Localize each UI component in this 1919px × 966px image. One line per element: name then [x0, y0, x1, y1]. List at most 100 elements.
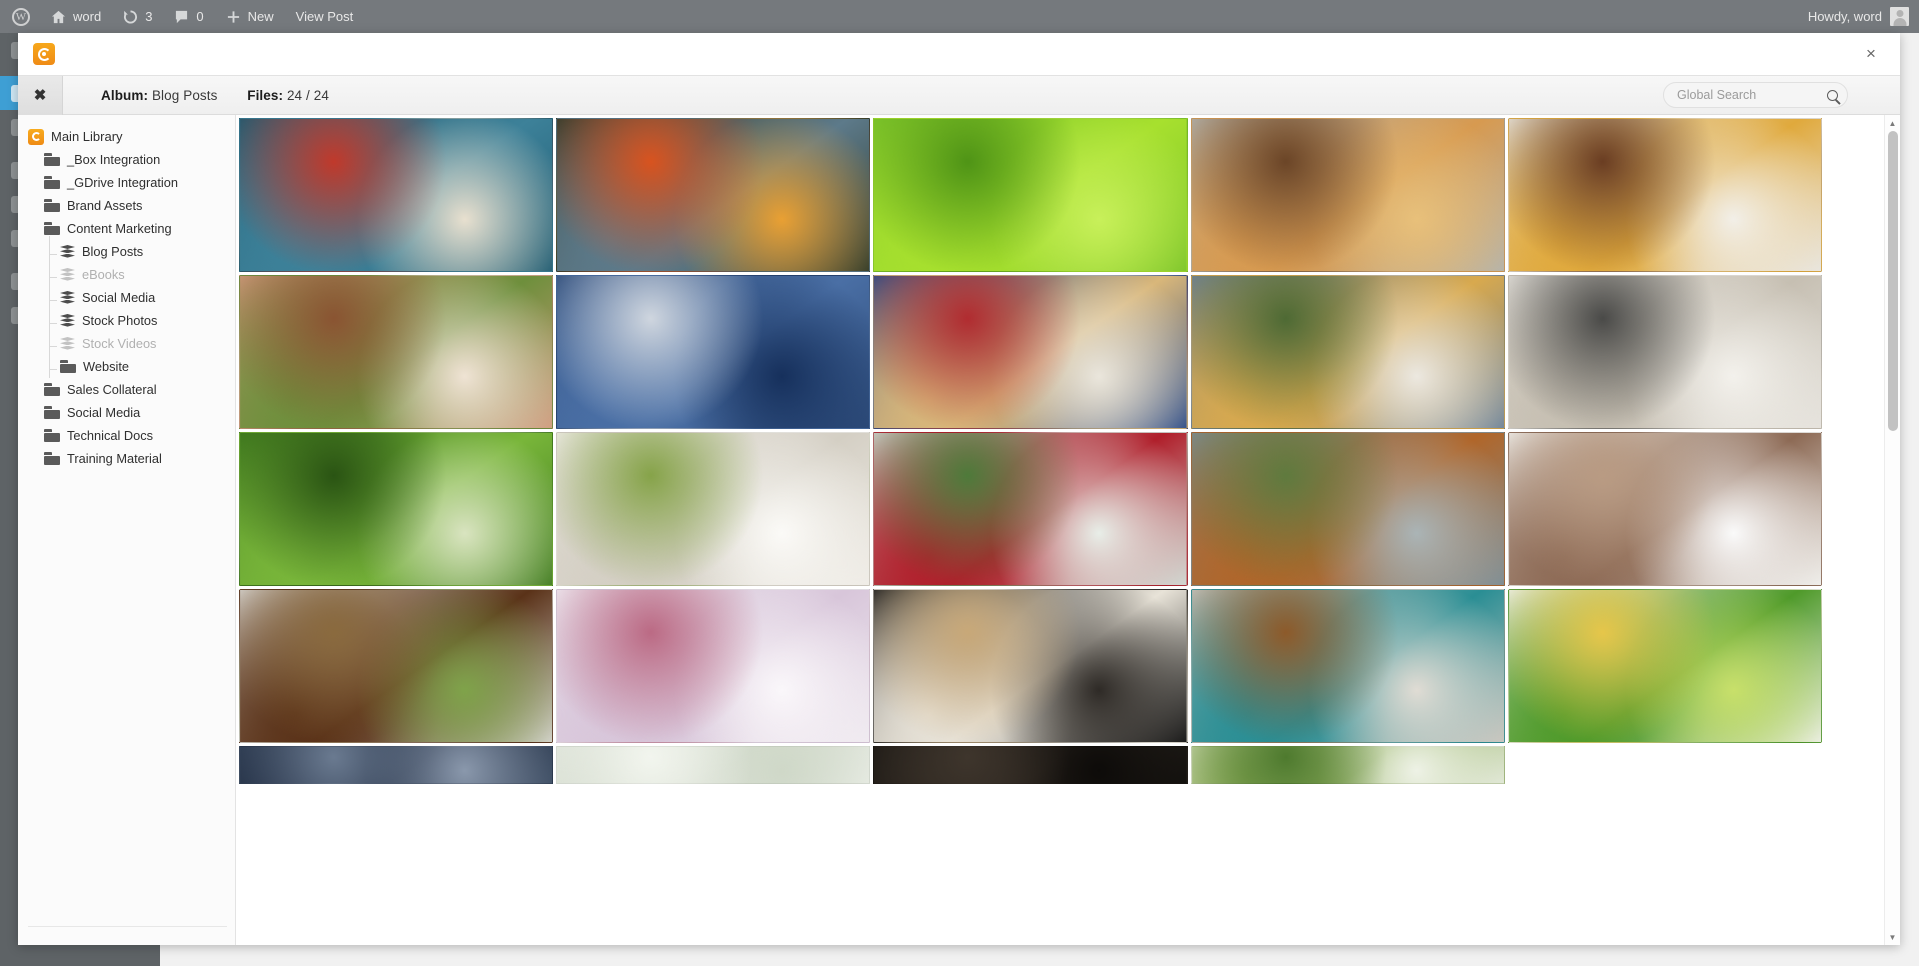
thumbnail-scroll-area: [236, 115, 1884, 945]
wordpress-logo-icon: [12, 7, 30, 26]
thumbnail-quinoa-in-white-dish[interactable]: [1507, 432, 1822, 586]
album-label: Album:: [101, 87, 149, 103]
thumbnail-cherries-on-branch[interactable]: [873, 432, 1188, 586]
thumbnail-plated-burger-with-slaw[interactable]: [1507, 118, 1822, 272]
canto-logo-icon: [33, 43, 55, 65]
wp-admin-bar: word 3 0 New View Post Howdy, word: [0, 0, 1919, 33]
modal-body: Main Library _Box Integration _GDrive Inte…: [18, 115, 1900, 945]
tree-item-label: Technical Docs: [67, 428, 154, 443]
adminbar-new-label: New: [247, 9, 274, 24]
thumbnail-avocado-burger[interactable]: [239, 275, 554, 429]
search-icon[interactable]: [1827, 89, 1838, 101]
thumbnail-cappuccino-cup-dark[interactable]: [873, 589, 1188, 743]
thumbnail-blueberry-cartons[interactable]: [556, 275, 871, 429]
tree-item-social-media[interactable]: Social Media: [18, 282, 235, 309]
modal-branding-bar: ×: [18, 33, 1900, 75]
folder-icon: [60, 360, 76, 373]
tree-item-label: Content Marketing: [67, 221, 172, 236]
adminbar-view-post[interactable]: View Post: [285, 0, 365, 33]
tree-item-label: Main Library: [51, 129, 123, 144]
wordpress-logo-button[interactable]: [0, 0, 40, 33]
tree-item-brand-assets[interactable]: Brand Assets: [18, 194, 235, 217]
thumbnail-dark-coffee-crop[interactable]: [873, 746, 1188, 784]
album-icon: [60, 314, 75, 327]
global-search-box[interactable]: [1663, 82, 1848, 108]
tree-item-content-marketing[interactable]: Content Marketing: [18, 217, 235, 240]
tree-item-label: Sales Collateral: [67, 382, 157, 397]
tree-item-website[interactable]: Website: [18, 351, 235, 378]
user-avatar-icon[interactable]: [1890, 7, 1909, 26]
tree-item-stock-photos[interactable]: Stock Photos: [18, 305, 235, 332]
adminbar-updates-count: 3: [145, 9, 153, 24]
thumbnail-plated-dish-with-chives[interactable]: [1507, 589, 1822, 743]
close-icon[interactable]: ×: [1842, 33, 1900, 75]
scrollbar-thumb[interactable]: [1888, 131, 1898, 431]
tree-item-stock-videos: Stock Videos: [18, 328, 235, 355]
folder-tree-sidebar[interactable]: Main Library _Box Integration _GDrive Inte…: [18, 115, 236, 945]
tree-item-blog-posts[interactable]: Blog Posts: [18, 236, 235, 263]
thumbnail-burger-and-fries-plate[interactable]: [1190, 275, 1505, 429]
tree-item-label: _GDrive Integration: [67, 175, 178, 190]
adminbar-comments-count: 0: [196, 9, 204, 24]
grid-scrollbar[interactable]: ▲ ▼: [1884, 115, 1900, 945]
tree-item-technical-docs[interactable]: Technical Docs: [18, 424, 235, 447]
home-icon: [51, 10, 66, 23]
comment-icon: [176, 10, 188, 23]
tree-item-social-media[interactable]: Social Media: [18, 401, 235, 424]
adminbar-updates[interactable]: 3: [112, 0, 163, 33]
tree-item-sales-collateral[interactable]: Sales Collateral: [18, 378, 235, 401]
thumbnail-fruit-market-stall[interactable]: [556, 118, 871, 272]
adminbar-account-area[interactable]: Howdy, word: [1797, 0, 1919, 33]
thumbnail-grid-pane: ▲ ▼: [236, 115, 1900, 945]
plus-icon: [227, 10, 239, 23]
tree-item-box-integration[interactable]: _Box Integration: [18, 148, 235, 171]
thumbnail-charcuterie-board-on-teal[interactable]: [239, 118, 554, 272]
thumbnail-pastel-dessert-table[interactable]: [556, 589, 871, 743]
adminbar-comments[interactable]: 0: [163, 0, 214, 33]
modal-toolbar: ✖ Album: Blog Posts Files: 24 / 24: [18, 75, 1900, 115]
thumbnail-grid: [236, 115, 1824, 784]
thumbnail-blueberries-macro[interactable]: [239, 746, 554, 784]
thumbnail-salad-greens-crop[interactable]: [1190, 746, 1505, 784]
folder-icon: [44, 406, 60, 419]
folder-icon: [44, 176, 60, 189]
adminbar-view-post-label: View Post: [295, 9, 354, 24]
tree-item-gdrive-integration[interactable]: _GDrive Integration: [18, 171, 235, 194]
caret-down-icon[interactable]: ▼: [1885, 929, 1900, 945]
adminbar-site-home[interactable]: word: [40, 0, 112, 33]
album-icon: [60, 245, 75, 258]
tree-item-label: Brand Assets: [67, 198, 143, 213]
tree-item-training-material[interactable]: Training Material: [18, 447, 235, 470]
tree-item-label: Stock Videos: [82, 336, 157, 351]
folder-icon: [44, 222, 60, 235]
folder-icon: [44, 429, 60, 442]
thumbnail-waffle-with-berries[interactable]: [873, 275, 1188, 429]
tree-item-main-library[interactable]: Main Library: [18, 125, 235, 148]
album-icon: [60, 291, 75, 304]
tree-item-label: Social Media: [82, 290, 156, 305]
caret-up-icon[interactable]: ▲: [1885, 115, 1900, 131]
thumbnail-creme-brulee-dessert[interactable]: [239, 589, 554, 743]
thumbnail-three-cheeseburgers[interactable]: [1190, 118, 1505, 272]
adminbar-site-label: word: [73, 9, 102, 24]
tree-item-label: Stock Photos: [82, 313, 158, 328]
album-file-info: Album: Blog Posts Files: 24 / 24: [63, 88, 329, 103]
tree-item-label: Training Material: [67, 451, 162, 466]
close-panel-icon[interactable]: ✖: [18, 75, 63, 115]
library-icon: [28, 128, 44, 145]
tree-item-label: Blog Posts: [82, 244, 144, 259]
thumbnail-milk-jug-and-fruit-bowl[interactable]: [556, 432, 871, 586]
thumbnail-pale-dessert-crop[interactable]: [556, 746, 871, 784]
thumbnail-green-limes[interactable]: [873, 118, 1188, 272]
folder-icon: [44, 383, 60, 396]
album-icon: [60, 337, 75, 350]
thumbnail-table-with-bowls[interactable]: [1507, 275, 1822, 429]
thumbnail-nuts-and-dates-bowls[interactable]: [1190, 589, 1505, 743]
refresh-icon: [124, 9, 138, 24]
thumbnail-green-beans-closeup[interactable]: [239, 432, 554, 586]
tree-item-ebooks: eBooks: [18, 259, 235, 286]
tree-item-label: eBooks: [82, 267, 125, 282]
search-input[interactable]: [1677, 88, 1827, 102]
adminbar-new-content[interactable]: New: [215, 0, 285, 33]
thumbnail-carrots-in-crate[interactable]: [1190, 432, 1505, 586]
